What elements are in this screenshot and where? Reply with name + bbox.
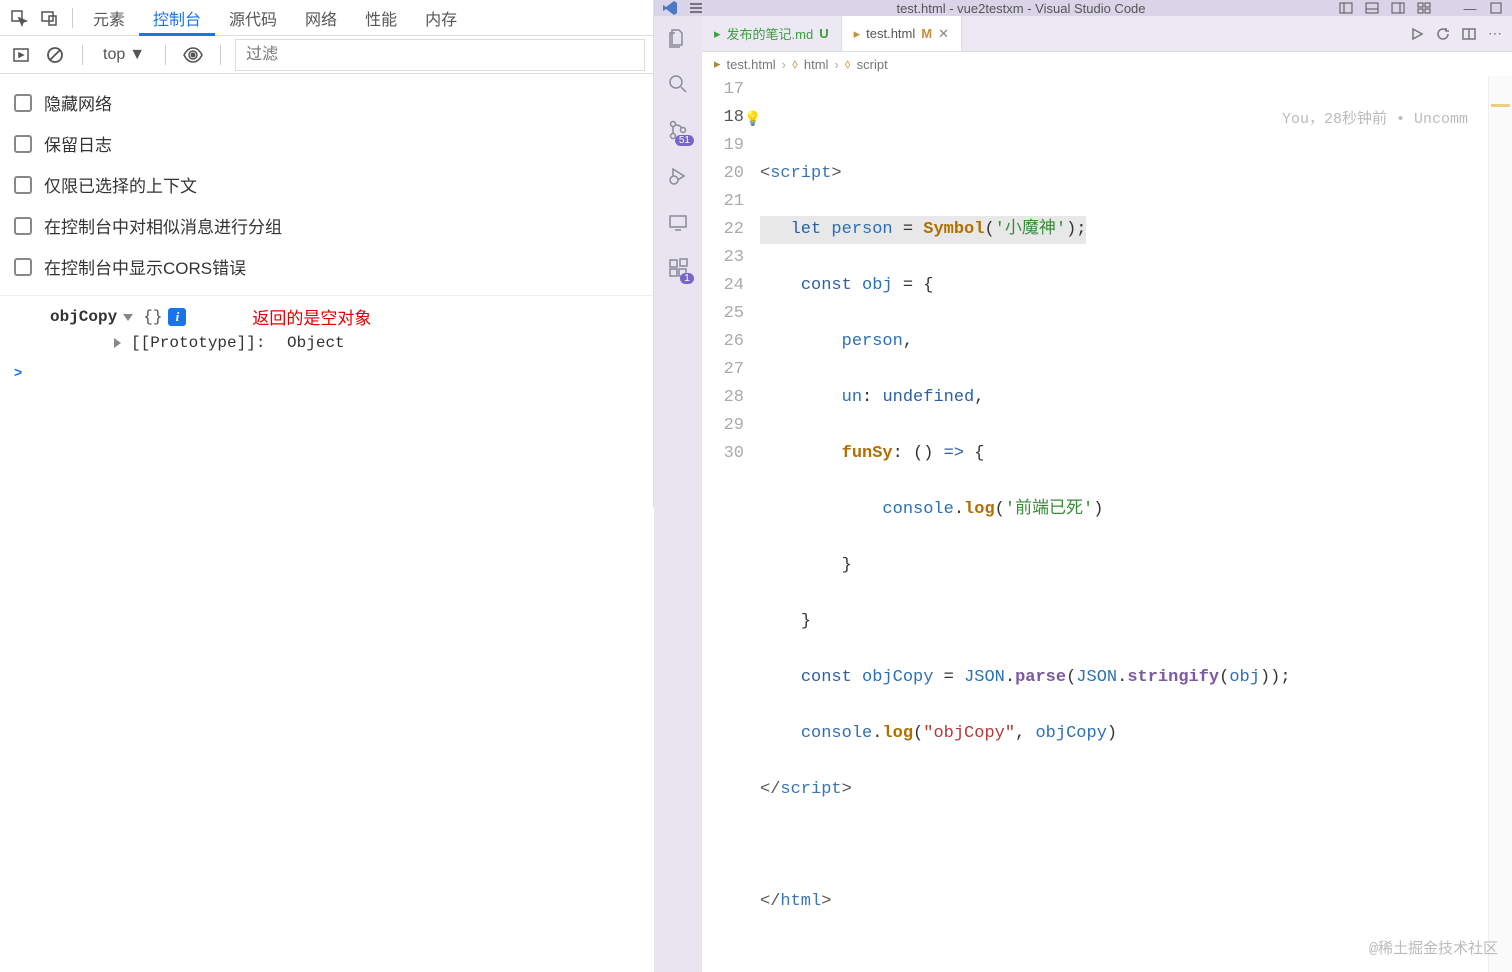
layout-right-icon[interactable] — [1390, 0, 1406, 16]
chevron-right-icon: › — [782, 57, 786, 72]
menu-icon[interactable] — [688, 0, 704, 16]
chevron-down-icon: ▼ — [129, 46, 145, 64]
remote-icon[interactable] — [664, 208, 692, 236]
console-output: objCopy {} i 返回的是空对象 [[Prototype]]: Obje… — [0, 296, 653, 360]
run-icon[interactable] — [1410, 27, 1424, 41]
tab-label: 发布的笔记.md — [727, 24, 814, 43]
close-icon[interactable]: ✕ — [938, 26, 949, 42]
maximize-icon[interactable] — [1488, 0, 1504, 16]
prototype-label: [[Prototype]]: — [131, 334, 265, 352]
expand-down-icon[interactable] — [123, 314, 133, 321]
tag-icon: ⬨ — [845, 56, 851, 72]
codelens-text: You，28秒钟前 • Uncomm — [1282, 106, 1468, 134]
debug-icon[interactable] — [664, 162, 692, 190]
git-status: U — [819, 26, 828, 41]
checkbox-icon — [14, 258, 32, 276]
context-label: top — [103, 46, 125, 64]
checkbox-icon — [14, 217, 32, 235]
setting-selected-context[interactable]: 仅限已选择的上下文 — [14, 164, 639, 205]
checkbox-icon — [14, 176, 32, 194]
search-icon[interactable] — [664, 70, 692, 98]
inspect-element-icon[interactable] — [6, 5, 32, 31]
source-control-icon[interactable]: 51 — [664, 116, 692, 144]
breadcrumb-script[interactable]: script — [857, 57, 888, 72]
ext-badge: 1 — [680, 273, 694, 284]
setting-hide-network[interactable]: 隐藏网络 — [14, 82, 639, 123]
tab-elements[interactable]: 元素 — [79, 0, 139, 36]
lightbulb-icon[interactable]: 💡 — [744, 106, 761, 134]
context-selector[interactable]: top ▼ — [97, 44, 151, 66]
more-icon[interactable]: ⋯ — [1488, 25, 1502, 42]
line-gutter: 1718192021222324252627282930 — [702, 76, 756, 972]
scm-badge: 51 — [675, 135, 694, 146]
layout-bottom-icon[interactable] — [1364, 0, 1380, 16]
clear-console-icon[interactable] — [42, 42, 68, 68]
live-expression-icon[interactable] — [180, 42, 206, 68]
git-status: M — [921, 26, 932, 41]
setting-cors-errors[interactable]: 在控制台中显示CORS错误 — [14, 246, 639, 287]
breadcrumb-file[interactable]: test.html — [727, 57, 776, 72]
setting-group-similar[interactable]: 在控制台中对相似消息进行分组 — [14, 205, 639, 246]
info-icon[interactable]: i — [168, 308, 186, 326]
checkbox-icon — [14, 94, 32, 112]
window-title: test.html - vue2testxm - Visual Studio C… — [704, 1, 1338, 16]
tab-test-html[interactable]: ▸ test.html M ✕ — [842, 16, 962, 51]
device-toggle-icon[interactable] — [36, 5, 62, 31]
setting-preserve-log[interactable]: 保留日志 — [14, 123, 639, 164]
minimize-icon[interactable]: — — [1462, 0, 1478, 16]
tab-performance[interactable]: 性能 — [351, 0, 411, 36]
object-name: objCopy — [50, 308, 117, 326]
extensions-icon[interactable]: 1 — [664, 254, 692, 282]
console-prompt[interactable]: > — [0, 360, 653, 384]
tab-sources[interactable]: 源代码 — [215, 0, 291, 36]
filter-input[interactable] — [235, 39, 645, 71]
checkbox-icon — [14, 135, 32, 153]
file-icon: ▸ — [854, 26, 861, 42]
tab-network[interactable]: 网络 — [291, 0, 351, 36]
tag-icon: ⬨ — [792, 56, 798, 72]
file-icon: ▸ — [714, 56, 721, 72]
split-icon[interactable] — [1462, 27, 1476, 41]
explorer-icon[interactable] — [664, 24, 692, 52]
expand-right-icon[interactable] — [114, 338, 121, 348]
tab-notes[interactable]: ▸ 发布的笔记.md U — [702, 16, 842, 51]
watermark-text: @稀土掘金技术社区 — [1369, 936, 1498, 964]
layout-left-icon[interactable] — [1338, 0, 1354, 16]
tab-console[interactable]: 控制台 — [139, 0, 215, 36]
code-editor[interactable]: 1718192021222324252627282930 💡 You，28秒钟前… — [702, 76, 1512, 972]
refresh-icon[interactable] — [1436, 27, 1450, 41]
layout-custom-icon[interactable] — [1416, 0, 1432, 16]
empty-object: {} — [143, 308, 162, 326]
breadcrumb-html[interactable]: html — [804, 57, 829, 72]
prototype-value: Object — [287, 334, 345, 352]
vscode-logo-icon — [662, 0, 678, 16]
annotation-text: 返回的是空对象 — [252, 304, 371, 330]
file-icon: ▸ — [714, 26, 721, 42]
tab-memory[interactable]: 内存 — [411, 0, 471, 36]
tab-label: test.html — [866, 26, 915, 41]
minimap[interactable] — [1488, 76, 1512, 972]
chevron-right-icon: › — [834, 57, 838, 72]
toggle-sidebar-icon[interactable] — [8, 42, 34, 68]
